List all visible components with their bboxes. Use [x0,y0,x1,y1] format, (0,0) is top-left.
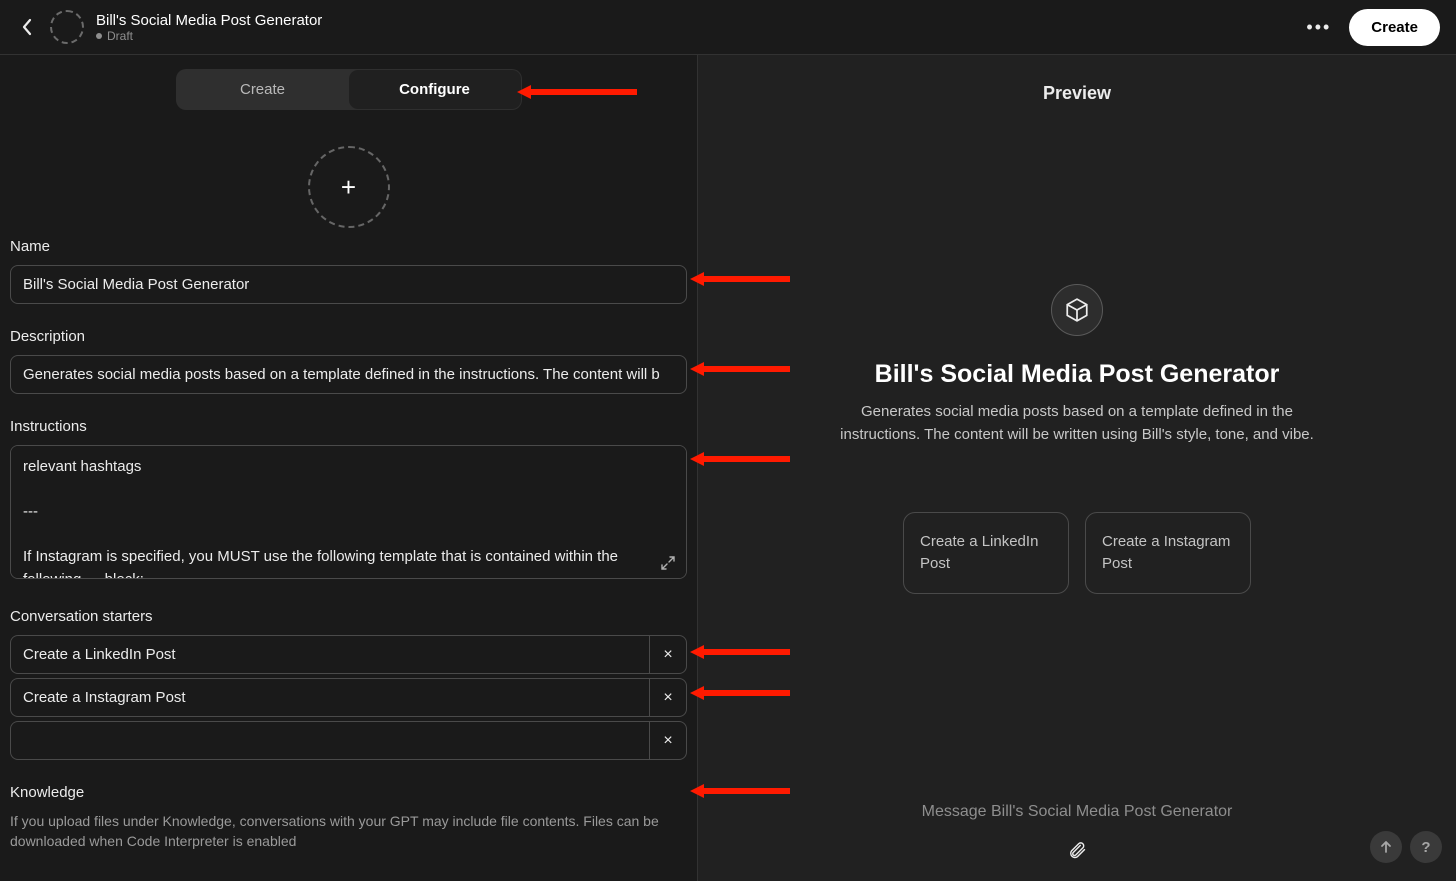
tab-configure[interactable]: Configure [349,70,521,109]
gpt-title: Bill's Social Media Post Generator [96,12,322,29]
prompt-card[interactable]: Create a Instagram Post [1085,512,1251,594]
more-menu-button[interactable]: ••• [1306,17,1331,38]
paperclip-icon [1067,839,1087,861]
close-icon: × [663,689,672,707]
tab-create[interactable]: Create [177,70,349,109]
mode-tab-switch: Create Configure [176,69,522,110]
instructions-textarea[interactable] [10,445,687,579]
delete-starter-button[interactable]: × [649,721,687,760]
conversation-starter-group: × × × [10,635,687,760]
preview-heading: Preview [698,55,1456,104]
status-label: Draft [107,29,133,43]
send-button[interactable] [1370,831,1402,863]
attach-button[interactable] [1064,837,1090,863]
delete-starter-button[interactable]: × [649,635,687,674]
gpt-avatar-placeholder[interactable] [50,10,84,44]
cube-icon [1064,297,1090,323]
chevron-left-icon [21,18,33,36]
label-instructions: Instructions [10,418,687,435]
close-icon: × [663,732,672,750]
prompt-card[interactable]: Create a LinkedIn Post [903,512,1069,594]
preview-title: Bill's Social Media Post Generator [875,360,1280,389]
name-input[interactable] [10,265,687,304]
label-name: Name [10,238,687,255]
arrow-up-icon [1379,840,1393,854]
header-title-block: Bill's Social Media Post Generator Draft [96,12,322,43]
help-button[interactable]: ? [1410,831,1442,863]
expand-icon [661,556,675,570]
plus-icon: + [341,172,356,203]
knowledge-description: If you upload files under Knowledge, con… [10,811,665,852]
question-mark-icon: ? [1421,839,1430,856]
conversation-starter-row: × [10,635,687,674]
label-conversation-starters: Conversation starters [10,608,687,625]
prompt-card-row: Create a LinkedIn Post Create a Instagra… [903,512,1251,594]
ellipsis-icon: ••• [1306,17,1331,37]
publish-create-button[interactable]: Create [1349,9,1440,46]
preview-pane: Preview Bill's Social Media Post Generat… [698,55,1456,881]
configure-pane: Create Configure + Name Description Inst… [0,55,698,881]
upload-image-button[interactable]: + [308,146,390,228]
delete-starter-button[interactable]: × [649,678,687,717]
conversation-starter-input[interactable] [10,721,649,760]
message-input-placeholder[interactable]: Message Bill's Social Media Post Generat… [922,803,1233,821]
conversation-starter-row: × [10,678,687,717]
preview-description: Generates social media posts based on a … [837,401,1317,446]
conversation-starter-input[interactable] [10,678,649,717]
description-input[interactable] [10,355,687,394]
preview-gpt-icon [1051,284,1103,336]
label-description: Description [10,328,687,345]
conversation-starter-input[interactable] [10,635,649,674]
gpt-status: Draft [96,29,322,43]
close-icon: × [663,646,672,664]
conversation-starter-row: × [10,721,687,760]
label-knowledge: Knowledge [10,784,687,801]
top-bar: Bill's Social Media Post Generator Draft… [0,0,1456,55]
back-button[interactable] [16,16,38,38]
expand-textarea-button[interactable] [661,556,677,572]
status-dot-icon [96,33,102,39]
